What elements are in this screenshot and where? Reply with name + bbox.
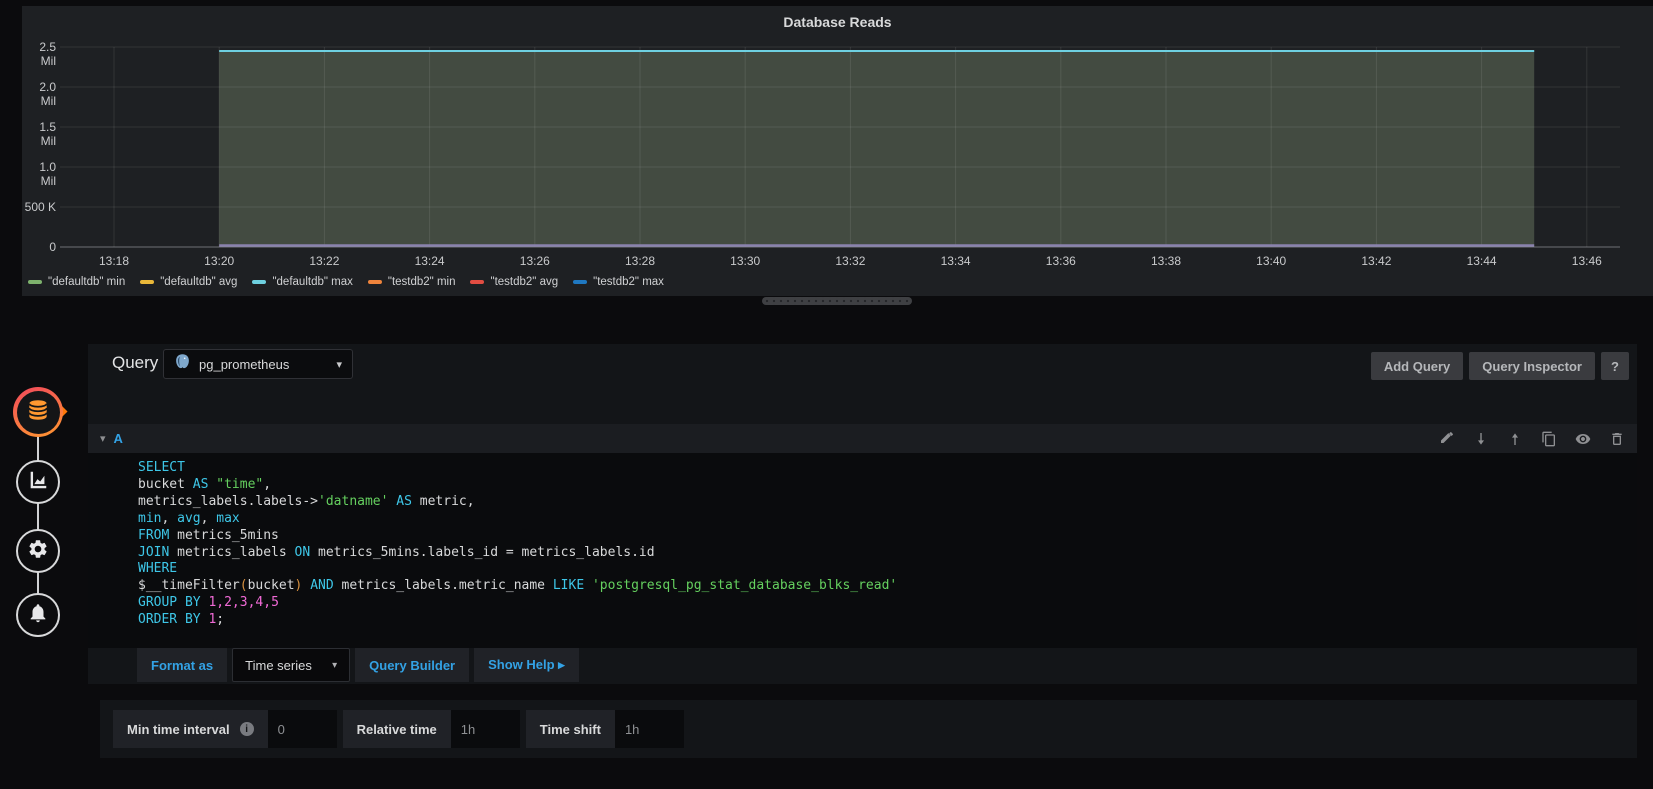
query-inspector-button[interactable]: Query Inspector [1469, 352, 1595, 380]
legend-item[interactable]: "defaultdb" min [28, 276, 125, 288]
sql-line: JOIN metrics_labels ON metrics_5mins.lab… [138, 544, 655, 560]
time-series-chart[interactable] [22, 40, 1653, 272]
help-button[interactable]: ? [1601, 352, 1629, 380]
x-tick-label: 13:46 [1571, 254, 1602, 268]
toggle-visibility-icon[interactable] [1575, 431, 1591, 447]
legend-swatch [367, 280, 382, 284]
tab-rail-line [37, 412, 39, 617]
legend-label: "defaultdb" avg [160, 276, 238, 288]
bell-icon [27, 602, 49, 629]
query-ref-id[interactable]: A [114, 431, 123, 446]
legend-item[interactable]: "testdb2" max [573, 276, 664, 288]
relative-time-input[interactable] [450, 710, 520, 748]
show-help-button[interactable]: Show Help ▸ [474, 648, 579, 682]
x-tick-label: 13:38 [1150, 254, 1182, 268]
x-tick-label: 13:32 [835, 254, 866, 268]
sql-line: SELECT [138, 460, 185, 475]
area-fill [219, 51, 1535, 247]
x-tick-label: 13:20 [204, 254, 235, 268]
x-tick-label: 13:44 [1466, 254, 1497, 268]
delete-icon[interactable] [1609, 431, 1625, 447]
chart-icon [27, 469, 49, 496]
tab-alert[interactable] [16, 593, 60, 637]
sql-query-editor[interactable]: SELECT bucket AS "time", metrics_labels.… [88, 453, 1637, 648]
x-tick-label: 13:26 [519, 254, 550, 268]
chart-panel: Database Reads 0 500 K 1.0 Mil 1.5 Mil 2.0 M… [22, 6, 1653, 296]
tab-visualization[interactable] [16, 460, 60, 504]
time-shift-label: Time shift [525, 710, 615, 748]
format-as-label: Format as [137, 648, 228, 682]
x-tick-label: 13:24 [414, 254, 445, 268]
chart-legend: "defaultdb" min "defaultdb" avg "defaultdb… [28, 276, 664, 288]
duplicate-icon[interactable] [1541, 431, 1557, 447]
sql-line: WHERE [138, 561, 178, 577]
query-builder-button[interactable]: Query Builder [355, 648, 470, 682]
query-editor-panel: Query pg_prometheus ▾ Add Query Query In… [88, 344, 1637, 684]
query-row-header: ▾ A [88, 424, 1637, 453]
database-icon [25, 397, 51, 428]
legend-item[interactable]: "defaultdb" avg [140, 276, 237, 288]
min-time-interval-label: Min time interval i [113, 710, 268, 748]
legend-label: "defaultdb" min [48, 276, 126, 288]
info-icon[interactable]: i [239, 722, 254, 736]
datasource-name: pg_prometheus [199, 356, 290, 372]
x-tick-label: 13:18 [98, 254, 130, 268]
time-shift-input[interactable] [614, 710, 684, 748]
format-as-select[interactable]: Time series ▾ [232, 648, 351, 682]
panel-title: Database Reads [783, 14, 892, 30]
legend-swatch [470, 280, 485, 284]
legend-swatch [252, 280, 267, 284]
format-as-value: Time series [245, 657, 312, 673]
legend-swatch [573, 280, 588, 284]
sql-line: min, avg, max [138, 510, 240, 526]
legend-label: "defaultdb" max [272, 276, 353, 288]
tab-queries[interactable] [13, 387, 68, 437]
legend-label: "testdb2" min [387, 276, 456, 288]
sql-line: metrics_labels.labels->'datname' AS metr… [138, 493, 475, 509]
min-time-interval-input[interactable] [267, 710, 337, 748]
x-tick-label: 13:34 [940, 254, 971, 268]
legend-swatch [28, 280, 42, 284]
query-options-panel: Min time interval i Relative time Time s… [100, 700, 1637, 758]
sql-line: FROM metrics_5mins [138, 527, 279, 543]
legend-item[interactable]: "defaultdb" max [252, 276, 353, 288]
relative-time-label: Relative time [342, 710, 451, 748]
move-down-icon[interactable] [1473, 431, 1489, 447]
sql-line: ORDER BY 1; [138, 612, 225, 628]
sql-line: GROUP BY 1,2,3,4,5 [138, 595, 279, 611]
x-tick-label: 13:36 [1045, 254, 1076, 268]
edit-icon[interactable] [1439, 431, 1455, 447]
grafana-panel-editor: Database Reads 0 500 K 1.0 Mil 1.5 Mil 2.0 M… [0, 0, 1653, 789]
x-tick-label: 13:30 [730, 254, 761, 268]
x-tick-label: 13:40 [1256, 254, 1287, 268]
x-tick-label: 13:22 [309, 254, 340, 268]
sql-line: $__timeFilter(bucket) AND metrics_labels… [138, 578, 898, 594]
query-section-title: Query [112, 353, 159, 372]
collapse-chevron-icon[interactable]: ▾ [100, 432, 106, 445]
legend-label: "testdb2" avg [490, 276, 559, 288]
caret-down-icon: ▾ [332, 659, 338, 671]
panel-resize-handle[interactable] [762, 297, 912, 305]
legend-label: "testdb2" max [593, 276, 664, 288]
datasource-picker[interactable]: pg_prometheus ▾ [163, 349, 353, 379]
x-tick-label: 13:28 [624, 254, 656, 268]
legend-swatch [140, 280, 155, 284]
sql-line: bucket AS "time", [138, 476, 272, 492]
move-up-icon[interactable] [1507, 431, 1523, 447]
add-query-button[interactable]: Add Query [1370, 352, 1464, 380]
tab-general[interactable] [16, 529, 60, 573]
gear-wrench-icon [27, 538, 49, 565]
postgresql-icon [174, 353, 191, 375]
x-tick-label: 13:42 [1361, 254, 1392, 268]
legend-item[interactable]: "testdb2" avg [470, 276, 558, 288]
legend-item[interactable]: "testdb2" min [367, 276, 456, 288]
caret-down-icon: ▾ [336, 358, 342, 371]
